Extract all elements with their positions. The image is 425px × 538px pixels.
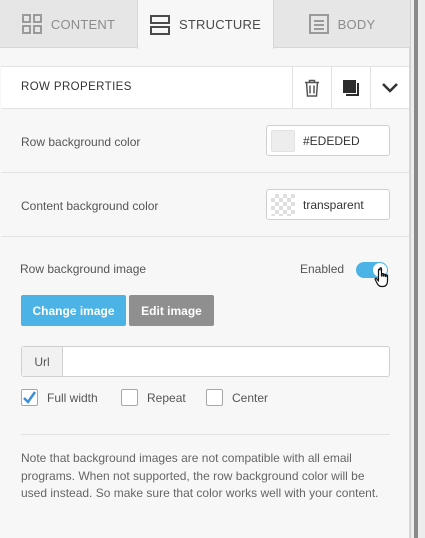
collapse-button[interactable] [370,67,409,108]
repeat-box[interactable] [121,389,138,406]
checkmark-icon [23,391,37,404]
grid-icon [21,14,42,34]
tab-body-label: BODY [337,16,376,32]
edit-image-button[interactable]: Edit image [129,295,214,326]
center-label: Center [232,390,269,405]
center-box[interactable] [206,389,223,406]
change-image-button[interactable]: Change image [21,295,126,326]
hand-cursor-icon [374,267,389,288]
transparent-swatch[interactable] [271,194,295,216]
scrollbar-thumb[interactable] [414,0,418,538]
compatibility-note: Note that background images are not comp… [21,451,379,500]
row-bg-color-value: #EDEDED [303,134,360,148]
tab-bar: CONTENT STRUCTURE BODY [0,0,410,49]
repeat-checkbox[interactable]: Repeat [121,389,186,406]
center-checkbox[interactable]: Center [206,389,268,406]
row-bg-color-picker[interactable]: #EDEDED [266,125,390,156]
tab-content-label: CONTENT [50,16,116,32]
full-width-checkbox[interactable]: Full width [21,389,98,406]
tab-content[interactable]: CONTENT [0,0,137,48]
settings-panel: CONTENT STRUCTURE BODY ROW PROPERTIES Ro… [0,0,410,538]
scrollbar[interactable] [410,0,425,538]
document-icon [308,14,329,34]
row-properties-header: ROW PROPERTIES [1,66,409,109]
row-bg-color-setting: Row background color #EDEDED [1,110,409,173]
duplicate-row-button[interactable] [331,67,370,108]
rows-icon [150,14,171,35]
full-width-box[interactable] [21,389,38,406]
content-bg-color-label: Content background color [21,199,159,213]
chevron-down-icon [382,82,398,93]
row-bg-color-label: Row background color [21,135,141,149]
delete-row-button[interactable] [292,67,331,108]
full-width-label: Full width [47,390,98,405]
copy-icon [343,79,359,96]
trash-icon [305,79,319,97]
tab-structure-label: STRUCTURE [179,17,261,32]
url-field[interactable]: Url [21,346,390,377]
color-swatch[interactable] [271,130,295,152]
row-properties-title: ROW PROPERTIES [21,81,132,93]
tab-structure[interactable]: STRUCTURE [137,0,274,49]
divider [21,434,390,435]
content-bg-color-setting: Content background color transparent [1,174,409,237]
toggle-label: Enabled [300,262,345,276]
tab-body[interactable]: BODY [274,0,410,48]
url-label: Url [22,347,63,376]
repeat-label: Repeat [147,390,186,405]
row-bg-image-label: Row background image [20,262,147,276]
content-bg-color-picker[interactable]: transparent [266,189,390,220]
content-bg-color-value: transparent [303,198,364,212]
